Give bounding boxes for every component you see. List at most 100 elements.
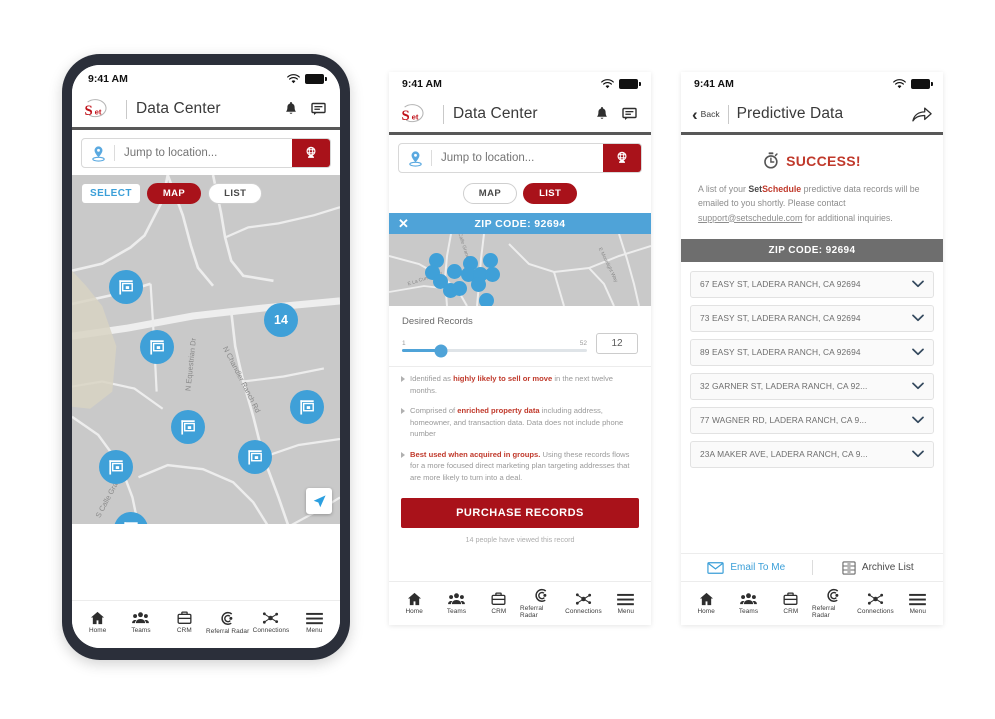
chevron-down-icon[interactable] <box>912 382 924 390</box>
network-icon <box>867 593 884 605</box>
records-value-input[interactable]: 12 <box>596 333 638 354</box>
map-toggle-list[interactable]: LIST <box>208 183 263 204</box>
map-toggle-list[interactable]: LIST <box>523 183 578 204</box>
purchase-records-button[interactable]: PURCHASE RECORDS <box>401 498 639 529</box>
tab-teams[interactable]: Teams <box>435 592 477 615</box>
map-marker[interactable] <box>171 410 205 444</box>
email-to-me-button[interactable]: Email To Me <box>681 561 812 574</box>
chat-icon[interactable] <box>622 107 637 121</box>
map-marker[interactable] <box>238 440 272 474</box>
phone-3-app-header: ‹ Back Predictive Data <box>681 96 943 132</box>
briefcase-icon <box>491 592 506 605</box>
cluster-count: 14 <box>274 313 288 327</box>
location-pin-icon <box>82 139 114 167</box>
navigate-arrow-icon[interactable] <box>306 488 332 514</box>
list-item[interactable]: 23A MAKER AVE, LADERA RANCH, CA 9... <box>690 440 934 468</box>
tab-crm[interactable]: CRM <box>770 592 812 615</box>
map-marker[interactable] <box>447 264 462 279</box>
list-item[interactable]: 89 EASY ST, LADERA RANCH, CA 92694 <box>690 338 934 366</box>
tab-teams[interactable]: Teams <box>119 611 162 634</box>
map-marker[interactable] <box>471 277 486 292</box>
tab-referral-radar[interactable]: Referral Radar <box>812 588 854 619</box>
tab-home[interactable]: Home <box>393 592 435 615</box>
tab-home[interactable]: Home <box>76 611 119 634</box>
battery-icon <box>305 74 327 84</box>
zip-mini-map[interactable]: E La Cumbre Dr S Calle Grande E Moonligh… <box>389 234 651 306</box>
map-marker[interactable] <box>99 450 133 484</box>
address-text: 23A MAKER AVE, LADERA RANCH, CA 9... <box>700 449 868 460</box>
map-toggle-map[interactable]: MAP <box>146 183 202 204</box>
tab-referral-radar[interactable]: Referral Radar <box>520 588 562 619</box>
success-label: SUCCESS! <box>786 152 861 169</box>
for-sale-sign-icon <box>180 419 195 435</box>
chevron-down-icon[interactable] <box>912 280 924 288</box>
slider-thumb[interactable] <box>434 344 448 357</box>
tab-connections[interactable]: Connections <box>249 611 292 634</box>
status-bar: 9:41 AM <box>72 65 340 91</box>
list-item[interactable]: 77 WAGNER RD, LADERA RANCH, CA 9... <box>690 406 934 434</box>
address-text: 32 GARNER ST, LADERA RANCH, CA 92... <box>700 381 868 392</box>
address-list: 67 EASY ST, LADERA RANCH, CA 92694 73 EA… <box>681 262 943 468</box>
tab-home[interactable]: Home <box>685 592 727 615</box>
share-arrow-icon[interactable] <box>912 106 932 123</box>
bullet-strong: highly likely to sell or move <box>453 374 553 383</box>
search-input[interactable] <box>432 144 603 172</box>
map-marker[interactable] <box>483 253 498 268</box>
page-title: Data Center <box>136 100 221 117</box>
tab-label: Teams <box>131 627 151 634</box>
chevron-down-icon[interactable] <box>912 450 924 458</box>
map-cluster-marker[interactable]: 14 <box>264 303 298 337</box>
list-item: Identified as highly likely to sell or m… <box>401 373 639 396</box>
tab-connections[interactable]: Connections <box>562 592 604 615</box>
archive-list-button[interactable]: Archive List <box>813 560 944 575</box>
map-marker[interactable] <box>479 293 494 306</box>
people-icon <box>448 593 465 605</box>
tab-menu[interactable]: Menu <box>605 593 647 615</box>
chevron-down-icon[interactable] <box>912 314 924 322</box>
phone-2-app-header: S et Data Center <box>389 96 651 132</box>
tab-menu[interactable]: Menu <box>293 612 336 634</box>
for-sale-sign-icon <box>108 459 123 475</box>
wifi-icon <box>893 79 906 89</box>
search-input[interactable] <box>115 139 292 167</box>
bell-icon[interactable] <box>284 101 298 117</box>
map-marker[interactable] <box>140 330 174 364</box>
tab-referral-radar[interactable]: Referral Radar <box>206 611 249 635</box>
phone-1-map[interactable]: SELECT MAP LIST N Equestrian Dr N Chandl… <box>72 175 340 524</box>
list-item[interactable]: 32 GARNER ST, LADERA RANCH, CA 92... <box>690 372 934 400</box>
search-bar[interactable] <box>81 138 331 168</box>
back-label: Back <box>700 109 720 119</box>
tab-menu[interactable]: Menu <box>897 593 939 615</box>
map-toggle-map[interactable]: MAP <box>462 183 518 204</box>
svg-text:et: et <box>412 112 419 121</box>
tab-crm[interactable]: CRM <box>478 592 520 615</box>
tab-connections[interactable]: Connections <box>854 592 896 615</box>
chevron-down-icon[interactable] <box>912 348 924 356</box>
tab-crm[interactable]: CRM <box>163 611 206 634</box>
support-email-link[interactable]: support@setschedule.com <box>698 213 802 223</box>
search-bar[interactable] <box>398 143 642 173</box>
header-divider <box>443 104 444 124</box>
close-x-icon[interactable]: ✕ <box>398 217 409 230</box>
select-button[interactable]: SELECT <box>82 184 140 203</box>
globe-icon[interactable] <box>292 139 330 167</box>
for-sale-sign-icon <box>299 399 314 415</box>
phone-1-screen: 9:41 AM S et Data Center Jump to locatio… <box>72 65 340 648</box>
globe-icon[interactable] <box>603 144 641 172</box>
phone-2-tab-bar: Home Teams CRM Referral Radar Connection… <box>389 581 651 625</box>
map-marker[interactable] <box>485 267 500 282</box>
records-slider[interactable] <box>402 344 587 357</box>
list-item[interactable]: 67 EASY ST, LADERA RANCH, CA 92694 <box>690 270 934 298</box>
map-marker[interactable] <box>452 281 467 296</box>
network-icon <box>575 593 592 605</box>
tab-label: Teams <box>446 608 467 615</box>
back-button[interactable]: ‹ Back <box>692 106 720 123</box>
hamburger-icon <box>617 593 635 605</box>
map-marker[interactable] <box>109 270 143 304</box>
chat-icon[interactable] <box>311 102 326 116</box>
map-marker[interactable] <box>290 390 324 424</box>
bell-icon[interactable] <box>595 106 609 122</box>
tab-teams[interactable]: Teams <box>727 592 769 615</box>
list-item[interactable]: 73 EASY ST, LADERA RANCH, CA 92694 <box>690 304 934 332</box>
chevron-down-icon[interactable] <box>912 416 924 424</box>
